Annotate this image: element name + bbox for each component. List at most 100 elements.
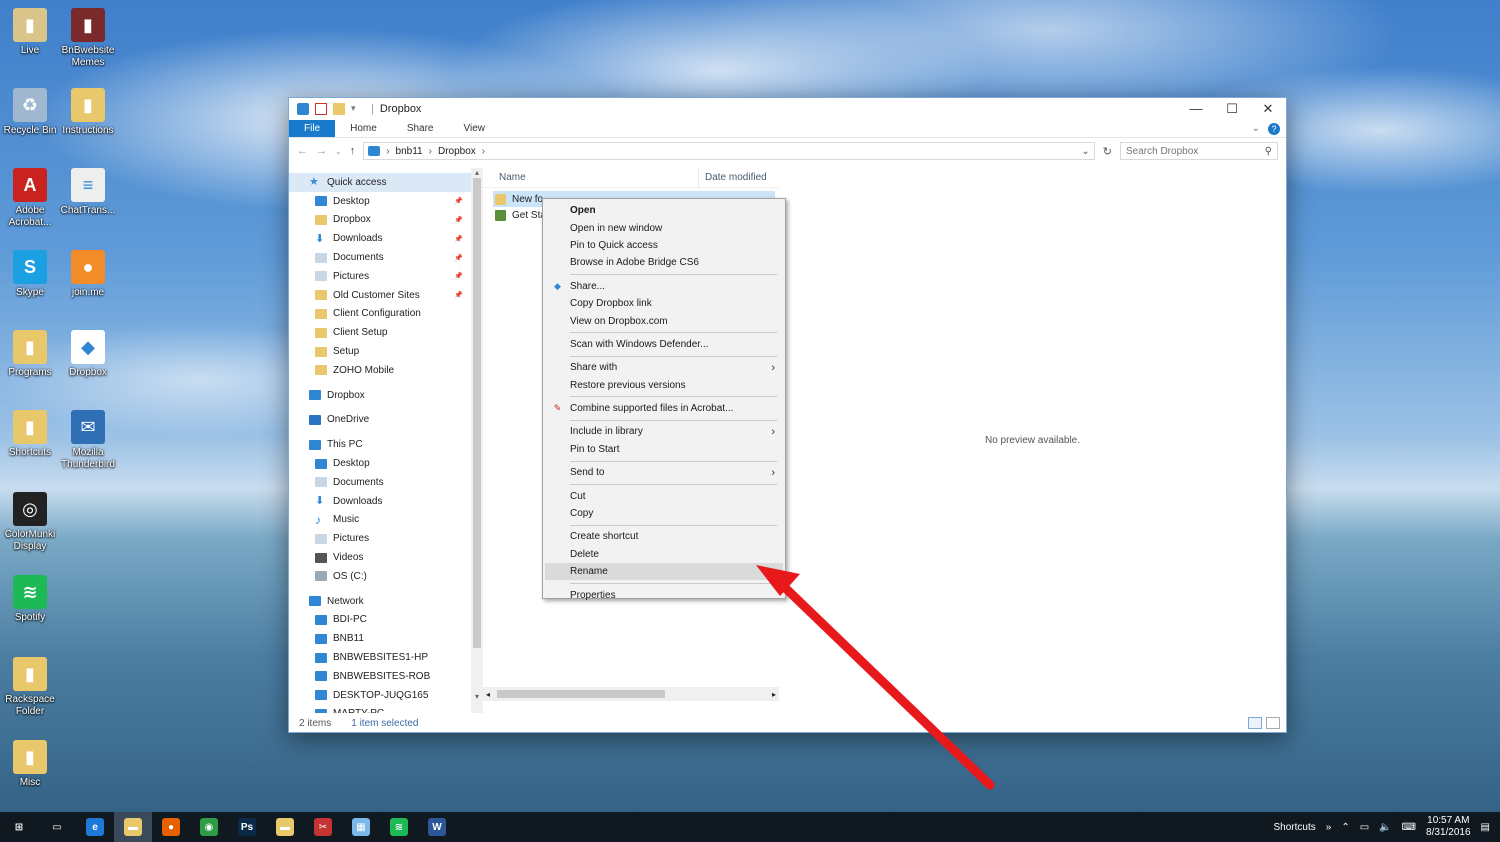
desktop-icon[interactable]: ▮ Instructions <box>58 88 118 137</box>
pin-icon[interactable]: 📌 <box>454 197 463 205</box>
pin-icon[interactable]: 📌 <box>454 235 463 243</box>
desktop-icon[interactable]: ◎ ColorMunki Display <box>0 492 60 553</box>
nav-item[interactable]: OS (C:) <box>289 567 471 586</box>
horizontal-scrollbar-thumb[interactable] <box>497 690 665 698</box>
nav-item[interactable]: Dropbox <box>289 386 471 405</box>
menu-item-share[interactable]: ◆ Share... <box>545 278 783 295</box>
nav-item[interactable]: Documents 📌 <box>289 248 471 267</box>
nav-item[interactable]: Setup <box>289 342 471 361</box>
desktop-icon[interactable]: ≋ Spotify <box>0 575 60 624</box>
new-folder-icon[interactable] <box>333 103 345 115</box>
nav-item[interactable]: Client Configuration <box>289 305 471 324</box>
show-hidden-icons-icon[interactable]: ⌃ <box>1341 822 1349 833</box>
scroll-right-icon[interactable]: ▸ <box>772 690 779 699</box>
nav-item[interactable]: Pictures 📌 <box>289 267 471 286</box>
folder-icon[interactable]: ▬ <box>266 812 304 842</box>
nav-item[interactable]: Old Customer Sites 📌 <box>289 286 471 305</box>
desktop-icon[interactable]: ● join.me <box>58 250 118 299</box>
toolbar-expand-icon[interactable]: » <box>1326 822 1332 833</box>
tab-view[interactable]: View <box>449 120 501 137</box>
desktop-icon[interactable]: ▮ Shortcuts <box>0 410 60 459</box>
desktop-icon[interactable]: ▮ Programs <box>0 330 60 379</box>
menu-item-restore-previous-versions[interactable]: Restore previous versions <box>545 377 783 394</box>
nav-item[interactable]: This PC <box>289 435 471 454</box>
up-icon[interactable]: ↑ <box>350 145 356 157</box>
clock[interactable]: 10:57 AM 8/31/2016 <box>1426 815 1471 839</box>
recent-locations-icon[interactable]: ⌄ <box>335 147 342 156</box>
nav-item[interactable]: ZOHO Mobile <box>289 361 471 380</box>
minimize-button[interactable]: — <box>1178 98 1214 120</box>
menu-item-rename[interactable]: Rename <box>545 563 783 581</box>
menu-item-view-on-dropbox-com[interactable]: View on Dropbox.com <box>545 312 783 329</box>
nav-item[interactable]: ★ Quick access <box>289 173 471 192</box>
maximize-button[interactable]: ☐ <box>1214 98 1250 120</box>
network-icon[interactable]: ▭ <box>1360 822 1369 833</box>
desktop-icon[interactable]: ≡ ChatTrans... <box>58 168 118 217</box>
firefox-icon[interactable]: ● <box>152 812 190 842</box>
file-explorer-icon[interactable]: ▬ <box>114 812 152 842</box>
photoshop-icon[interactable]: Ps <box>228 812 266 842</box>
nav-item[interactable]: Client Setup <box>289 323 471 342</box>
notifications-icon[interactable]: ▤ <box>1481 822 1490 833</box>
menu-item-delete[interactable]: Delete <box>545 546 783 563</box>
menu-item-properties[interactable]: Properties <box>545 586 783 603</box>
nav-item[interactable]: Desktop <box>289 454 471 473</box>
menu-item-scan-with-windows-defender[interactable]: Scan with Windows Defender... <box>545 336 783 353</box>
nav-item[interactable]: Network <box>289 592 471 611</box>
nav-item[interactable]: Desktop 📌 <box>289 192 471 211</box>
properties-icon[interactable] <box>315 103 327 115</box>
tab-file[interactable]: File <box>289 120 336 137</box>
start-button[interactable]: ⊞ <box>0 812 38 842</box>
column-date-modified[interactable]: Date modified <box>699 168 767 187</box>
menu-item-open-in-new-window[interactable]: Open in new window <box>545 219 783 236</box>
keyboard-icon[interactable]: ⌨ <box>1402 822 1416 833</box>
menu-item-copy[interactable]: Copy <box>545 505 783 522</box>
volume-icon[interactable]: 🔈 <box>1379 822 1391 833</box>
snipping-icon[interactable]: ✂ <box>304 812 342 842</box>
tab-home[interactable]: Home <box>335 120 392 137</box>
nav-item[interactable]: Videos <box>289 548 471 567</box>
menu-item-open[interactable]: Open <box>545 202 783 219</box>
menu-item-create-shortcut[interactable]: Create shortcut <box>545 528 783 545</box>
menu-item-pin-to-quick-access[interactable]: Pin to Quick access <box>545 237 783 254</box>
menu-item-browse-in-adobe-bridge-cs6[interactable]: Browse in Adobe Bridge CS6 <box>545 254 783 271</box>
desktop-icon[interactable]: ▮ Live <box>0 8 60 57</box>
menu-item-cut[interactable]: Cut <box>545 487 783 504</box>
menu-item-include-in-library[interactable]: Include in library › <box>545 423 783 440</box>
scroll-down-icon[interactable]: ▾ <box>471 692 483 701</box>
address-bar[interactable]: › bnb11 › Dropbox › ⌄ <box>363 142 1095 160</box>
scroll-up-icon[interactable]: ▴ <box>471 168 483 177</box>
nav-item[interactable]: DESKTOP-JUQG165 <box>289 686 471 705</box>
breadcrumb-separator-icon[interactable]: › <box>386 146 389 157</box>
search-icon[interactable]: ⚲ <box>1265 146 1272 157</box>
refresh-icon[interactable]: ↻ <box>1103 145 1112 158</box>
spotify-icon[interactable]: ≋ <box>380 812 418 842</box>
search-input[interactable] <box>1126 145 1265 157</box>
pin-icon[interactable]: 📌 <box>454 272 463 280</box>
word-icon[interactable]: W <box>418 812 456 842</box>
address-dropdown-icon[interactable]: ⌄ <box>1081 146 1089 157</box>
nav-item[interactable]: ⬇ Downloads 📌 <box>289 229 471 248</box>
nav-item[interactable]: Pictures <box>289 529 471 548</box>
breadcrumb-bnb11[interactable]: bnb11 <box>396 146 423 157</box>
nav-item[interactable]: Dropbox 📌 <box>289 211 471 230</box>
large-icons-view-button[interactable] <box>1266 717 1280 729</box>
desktop-icon[interactable]: ✉ Mozilla Thunderbird <box>58 410 118 471</box>
tab-share[interactable]: Share <box>392 120 449 137</box>
shortcuts-toolbar-label[interactable]: Shortcuts <box>1274 822 1316 833</box>
pin-icon[interactable]: 📌 <box>454 291 463 299</box>
nav-item[interactable]: OneDrive <box>289 411 471 430</box>
task-view-button[interactable]: ▭ <box>38 812 76 842</box>
pin-icon[interactable]: 📌 <box>454 254 463 262</box>
navigation-scrollbar[interactable]: ▴ ▾ <box>471 168 483 713</box>
menu-item-combine-supported-files-in-acrobat[interactable]: ✎ Combine supported files in Acrobat... <box>545 400 783 417</box>
menu-item-send-to[interactable]: Send to › <box>545 464 783 481</box>
desktop-icon[interactable]: ◆ Dropbox <box>58 330 118 379</box>
nav-item[interactable]: Documents <box>289 473 471 492</box>
menu-item-copy-dropbox-link[interactable]: Copy Dropbox link <box>545 295 783 312</box>
help-icon[interactable]: ? <box>1268 122 1280 135</box>
menu-item-pin-to-start[interactable]: Pin to Start <box>545 441 783 458</box>
nav-item[interactable]: MARTY-PC <box>289 705 471 713</box>
desktop-icon[interactable]: ▮ BnBwebsite Memes <box>58 8 118 69</box>
search-box[interactable]: ⚲ <box>1120 142 1278 160</box>
